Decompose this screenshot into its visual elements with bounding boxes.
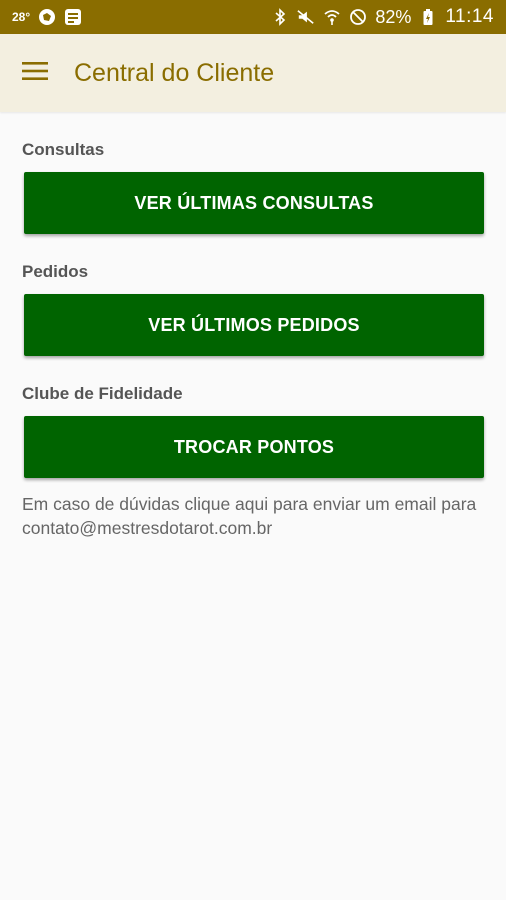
battery-charging-icon: [419, 8, 437, 26]
clock: 11:14: [445, 6, 494, 27]
battery-percent: 82%: [375, 6, 412, 27]
section-label-pedidos: Pedidos: [22, 262, 89, 281]
section-label-fidelidade: Clube de Fidelidade: [22, 384, 183, 403]
main-content: Consultas VER ÚLTIMAS CONSULTAS Pedidos …: [22, 112, 484, 540]
app-bar: Central do Cliente: [0, 34, 506, 112]
hamburger-menu-icon: [22, 61, 48, 86]
bluetooth-icon: [271, 8, 289, 26]
temperature-text: 28°: [12, 10, 31, 24]
status-bar: 28° 82% 11:14: [0, 0, 506, 34]
mute-icon: [297, 8, 315, 26]
contact-email-link[interactable]: Em caso de dúvidas clique aqui para envi…: [22, 492, 488, 540]
page-title: Central do Cliente: [74, 58, 275, 87]
menu-button[interactable]: [0, 34, 70, 112]
view-latest-orders-button[interactable]: VER ÚLTIMOS PEDIDOS: [24, 294, 484, 356]
app-icon: [64, 8, 82, 26]
weather-icon: [38, 8, 56, 26]
do-not-disturb-icon: [349, 8, 367, 26]
wifi-icon: [323, 8, 341, 26]
status-left: 28°: [12, 8, 82, 26]
status-right: 82% 11:14: [271, 6, 494, 28]
redeem-points-button[interactable]: TROCAR PONTOS: [24, 416, 484, 478]
view-latest-consultations-button[interactable]: VER ÚLTIMAS CONSULTAS: [24, 172, 484, 234]
section-label-consultas: Consultas: [22, 140, 105, 159]
